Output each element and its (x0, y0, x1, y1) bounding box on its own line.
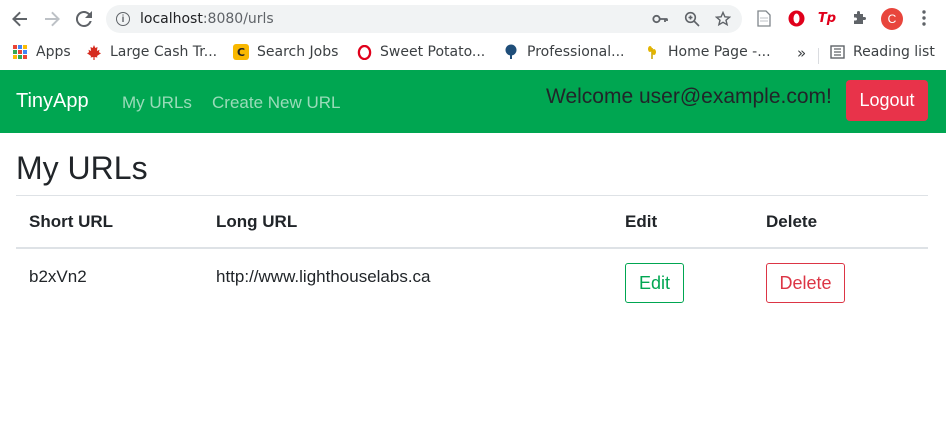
welcome-message: Welcome user@example.com! (546, 85, 832, 108)
delete-button[interactable]: Delete (766, 263, 845, 303)
bookmark-home-page[interactable]: Home Page -... (644, 44, 771, 60)
bookmarks-divider (818, 48, 819, 64)
bookmark-large-cash[interactable]: Large Cash Tr... (86, 44, 217, 60)
page-icon[interactable] (755, 9, 773, 27)
nav-link-my-urls[interactable]: My URLs (122, 93, 192, 113)
forward-arrow-icon[interactable] (40, 7, 64, 31)
puzzle-icon[interactable] (850, 9, 868, 27)
address-url: localhost:8080/urls (140, 11, 274, 27)
address-bar[interactable]: i localhost:8080/urls (106, 5, 742, 33)
bookmark-label: Search Jobs (257, 44, 339, 60)
bookmark-label: Professional... (527, 44, 625, 60)
info-icon[interactable]: i (116, 12, 130, 26)
profile-avatar[interactable]: C (881, 8, 903, 30)
bookmark-professional[interactable]: Professional... (503, 44, 625, 60)
search-jobs-icon: C (233, 44, 249, 60)
back-arrow-icon[interactable] (8, 7, 32, 31)
wheat-icon (644, 44, 660, 60)
brand-link[interactable]: TinyApp (16, 90, 89, 113)
page-title: My URLs (16, 150, 148, 186)
reading-list-button[interactable]: Reading list (829, 44, 935, 60)
tp-icon[interactable]: Tp (818, 9, 836, 27)
zoom-icon[interactable] (684, 11, 700, 27)
reload-icon[interactable] (72, 7, 96, 31)
browser-toolbar: i localhost:8080/urls Tp C (0, 0, 946, 38)
opera-icon (356, 44, 372, 60)
column-header-long-url: Long URL (216, 212, 298, 231)
edit-button[interactable]: Edit (625, 263, 684, 303)
apps-grid-icon (12, 44, 28, 60)
opera-icon[interactable] (787, 9, 805, 27)
bookmark-label: Sweet Potato... (380, 44, 486, 60)
bookmark-label: Apps (36, 44, 71, 60)
reading-list-label: Reading list (853, 44, 935, 60)
logout-button[interactable]: Logout (846, 80, 928, 121)
reading-list-icon (829, 44, 845, 60)
long-url-cell: http://www.lighthouselabs.ca (216, 267, 431, 286)
menu-kebab-icon[interactable] (915, 9, 933, 27)
more-bookmarks-button[interactable]: » (797, 44, 806, 62)
bookmark-sweet-potato[interactable]: Sweet Potato... (356, 44, 485, 60)
column-header-short-url: Short URL (29, 212, 114, 231)
tree-icon (503, 44, 519, 60)
column-header-edit: Edit (625, 212, 658, 231)
table-header-divider (16, 247, 928, 249)
key-icon[interactable] (652, 11, 668, 27)
app-navbar: TinyApp My URLs Create New URL Welcome u… (0, 70, 946, 133)
bookmarks-bar: Apps Large Cash Tr... C Search Jobs Swee… (0, 38, 946, 70)
bookmark-apps[interactable]: Apps (12, 44, 71, 60)
bookmark-label: Home Page -... (668, 44, 771, 60)
bookmark-label: Large Cash Tr... (110, 44, 218, 60)
star-icon[interactable] (715, 11, 731, 27)
bookmark-search-jobs[interactable]: C Search Jobs (233, 44, 338, 60)
short-url-cell: b2xVn2 (29, 267, 87, 286)
maple-leaf-icon (86, 44, 102, 60)
nav-link-create-url[interactable]: Create New URL (212, 93, 341, 113)
title-divider (16, 195, 928, 196)
column-header-delete: Delete (766, 212, 818, 231)
